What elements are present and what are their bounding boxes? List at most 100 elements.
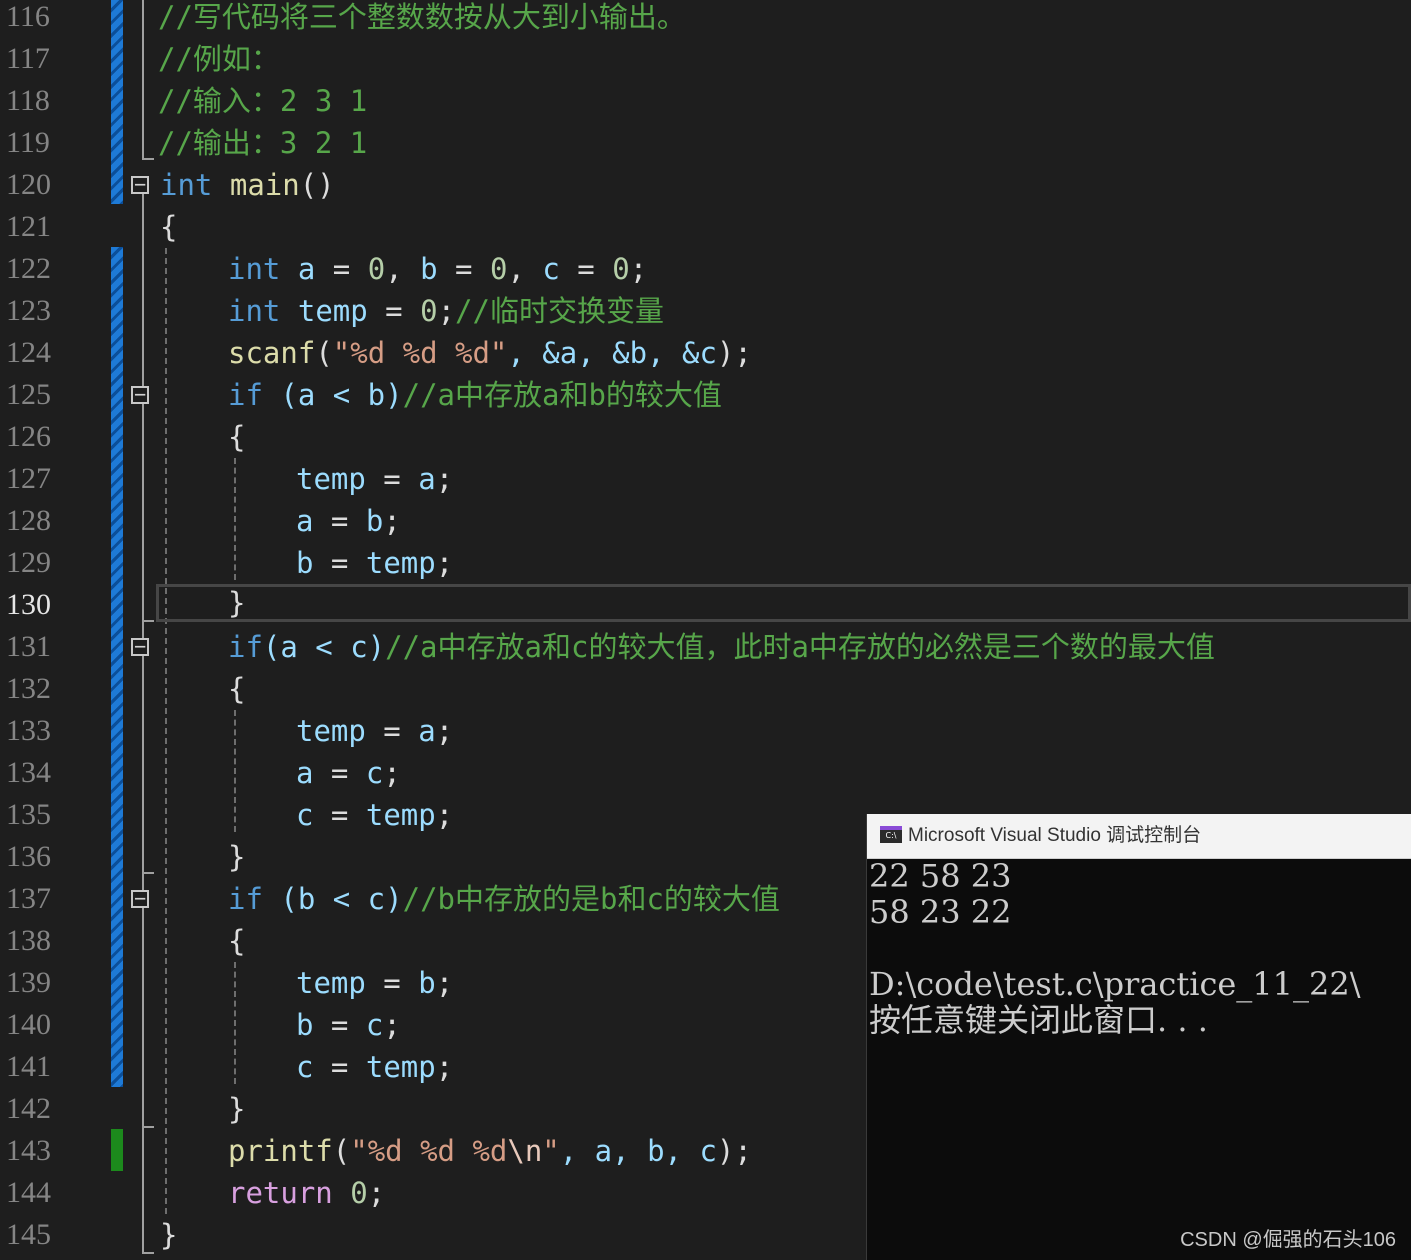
code-line[interactable]: if (a < b)//a中存放a和b的较大值 — [228, 374, 722, 416]
code-line[interactable]: scanf("%d %d %d", &a, &b, &c); — [228, 332, 752, 374]
condition: (b < c) — [262, 882, 403, 916]
code-line[interactable]: { — [228, 416, 245, 458]
line-number: 137 — [6, 882, 51, 915]
code-line[interactable]: a = b; — [296, 500, 401, 542]
code-line[interactable]: //写代码将三个整数数按从大到小输出。 — [158, 0, 686, 38]
code-line[interactable]: return 0; — [228, 1172, 385, 1214]
operator: = — [365, 966, 419, 1000]
code-line[interactable]: { — [228, 668, 245, 710]
collapse-toggle-icon[interactable]: − — [131, 888, 149, 908]
saved-change-bar — [111, 1129, 123, 1171]
code-line[interactable]: //例如： — [158, 38, 280, 80]
function-name: printf — [228, 1134, 333, 1168]
punctuation: ); — [716, 336, 752, 370]
console-title: Microsoft Visual Studio 调试控制台 — [908, 825, 1202, 846]
console-titlebar[interactable]: C:\ Microsoft Visual Studio 调试控制台 — [867, 814, 1411, 859]
variable: c — [542, 252, 560, 286]
code-line[interactable]: int a = 0, b = 0, c = 0; — [228, 248, 647, 290]
semicolon: ; — [435, 1050, 454, 1084]
keyword: if — [228, 882, 263, 916]
semicolon: ; — [383, 1008, 401, 1042]
code-line[interactable]: b = c; — [296, 1004, 401, 1046]
variable: temp — [297, 294, 368, 328]
code-line[interactable]: } — [228, 1088, 245, 1130]
current-line-highlight — [156, 584, 1411, 622]
code-line[interactable]: if (b < c)//b中存放的是b和c的较大值 — [228, 878, 780, 920]
comment: //a中存放a和b的较大值 — [402, 378, 722, 412]
console-output[interactable]: 22 58 23 58 23 22 D:\code\test.c\practic… — [867, 858, 1411, 1260]
string-literal: "%d %d %d — [350, 1134, 508, 1168]
variable: a — [418, 462, 436, 496]
code-line[interactable]: int temp = 0;//临时交换变量 — [228, 290, 664, 332]
code-line[interactable]: printf("%d %d %d\n", a, b, c); — [228, 1130, 752, 1172]
line-number: 120 — [6, 168, 51, 201]
code-line[interactable]: } — [228, 582, 245, 624]
semicolon: ; — [367, 1176, 386, 1210]
comment: //临时交换变量 — [455, 294, 664, 328]
line-number: 121 — [6, 210, 51, 243]
comment: //输出：3 2 1 — [158, 126, 368, 160]
code-line[interactable]: c = temp; — [296, 794, 453, 836]
code-line[interactable]: { — [228, 920, 245, 962]
line-number: 140 — [6, 1008, 51, 1041]
variable: b — [365, 504, 384, 538]
line-number: 124 — [6, 336, 51, 369]
debug-console-window[interactable]: C:\ Microsoft Visual Studio 调试控制台 22 58 … — [866, 814, 1411, 1260]
string-literal: " — [542, 1134, 560, 1168]
variable: c — [365, 756, 384, 790]
operator: = — [313, 756, 366, 790]
escape-sequence: \n — [507, 1134, 543, 1168]
variable: b — [418, 966, 436, 1000]
line-number: 128 — [6, 504, 51, 537]
console-output-line: 按任意键关闭此窗口. . . — [869, 1001, 1208, 1039]
keyword: if — [228, 378, 263, 412]
variable: b — [420, 252, 438, 286]
separator: , — [507, 252, 543, 286]
keyword: int — [228, 252, 281, 286]
brace: { — [228, 924, 246, 958]
variable: a — [296, 504, 314, 538]
collapse-toggle-icon[interactable]: − — [131, 636, 149, 656]
code-line[interactable]: } — [160, 1214, 177, 1256]
code-line[interactable]: if(a < c)//a中存放a和c的较大值，此时a中存放的必然是三个数的最大值 — [228, 626, 1215, 668]
unsaved-change-bar — [111, 247, 123, 1087]
condition: (a < c) — [262, 630, 386, 664]
semicolon: ; — [435, 714, 454, 748]
collapse-toggle-icon[interactable]: − — [131, 384, 149, 404]
function-name: scanf — [228, 336, 316, 370]
variable: temp — [296, 966, 366, 1000]
condition: (a < b) — [262, 378, 403, 412]
code-line[interactable]: a = c; — [296, 752, 401, 794]
code-line[interactable]: //输出：3 2 1 — [158, 122, 367, 164]
line-number: 139 — [6, 966, 51, 999]
line-number: 116 — [6, 0, 50, 33]
code-line[interactable]: temp = a; — [296, 710, 453, 752]
variable: temp — [365, 1050, 436, 1084]
variable: c — [296, 798, 314, 832]
code-line[interactable]: c = temp; — [296, 1046, 453, 1088]
outline-line — [142, 1252, 154, 1254]
console-app-icon: C:\ — [880, 826, 902, 843]
code-line[interactable]: //输入：2 3 1 — [158, 80, 367, 122]
outline-line — [142, 193, 144, 1254]
line-number: 125 — [6, 378, 51, 411]
collapse-toggle-icon[interactable]: − — [131, 174, 149, 194]
line-number: 141 — [6, 1050, 51, 1083]
code-line[interactable]: b = temp; — [296, 542, 453, 584]
code-line[interactable]: int main() — [160, 164, 335, 206]
brace: { — [228, 420, 246, 454]
semicolon: ; — [383, 756, 401, 790]
unsaved-change-bar — [111, 0, 123, 204]
variable: temp — [296, 714, 366, 748]
line-number: 135 — [6, 798, 51, 831]
code-line[interactable]: temp = b; — [296, 962, 453, 1004]
operator: = — [313, 798, 366, 832]
code-line[interactable]: temp = a; — [296, 458, 453, 500]
line-number: 119 — [6, 126, 50, 159]
semicolon: ; — [383, 504, 401, 538]
semicolon: ; — [435, 966, 454, 1000]
code-line[interactable]: { — [160, 206, 177, 248]
operator: = — [315, 252, 368, 286]
code-line[interactable]: } — [228, 836, 245, 878]
line-number: 131 — [6, 630, 51, 663]
